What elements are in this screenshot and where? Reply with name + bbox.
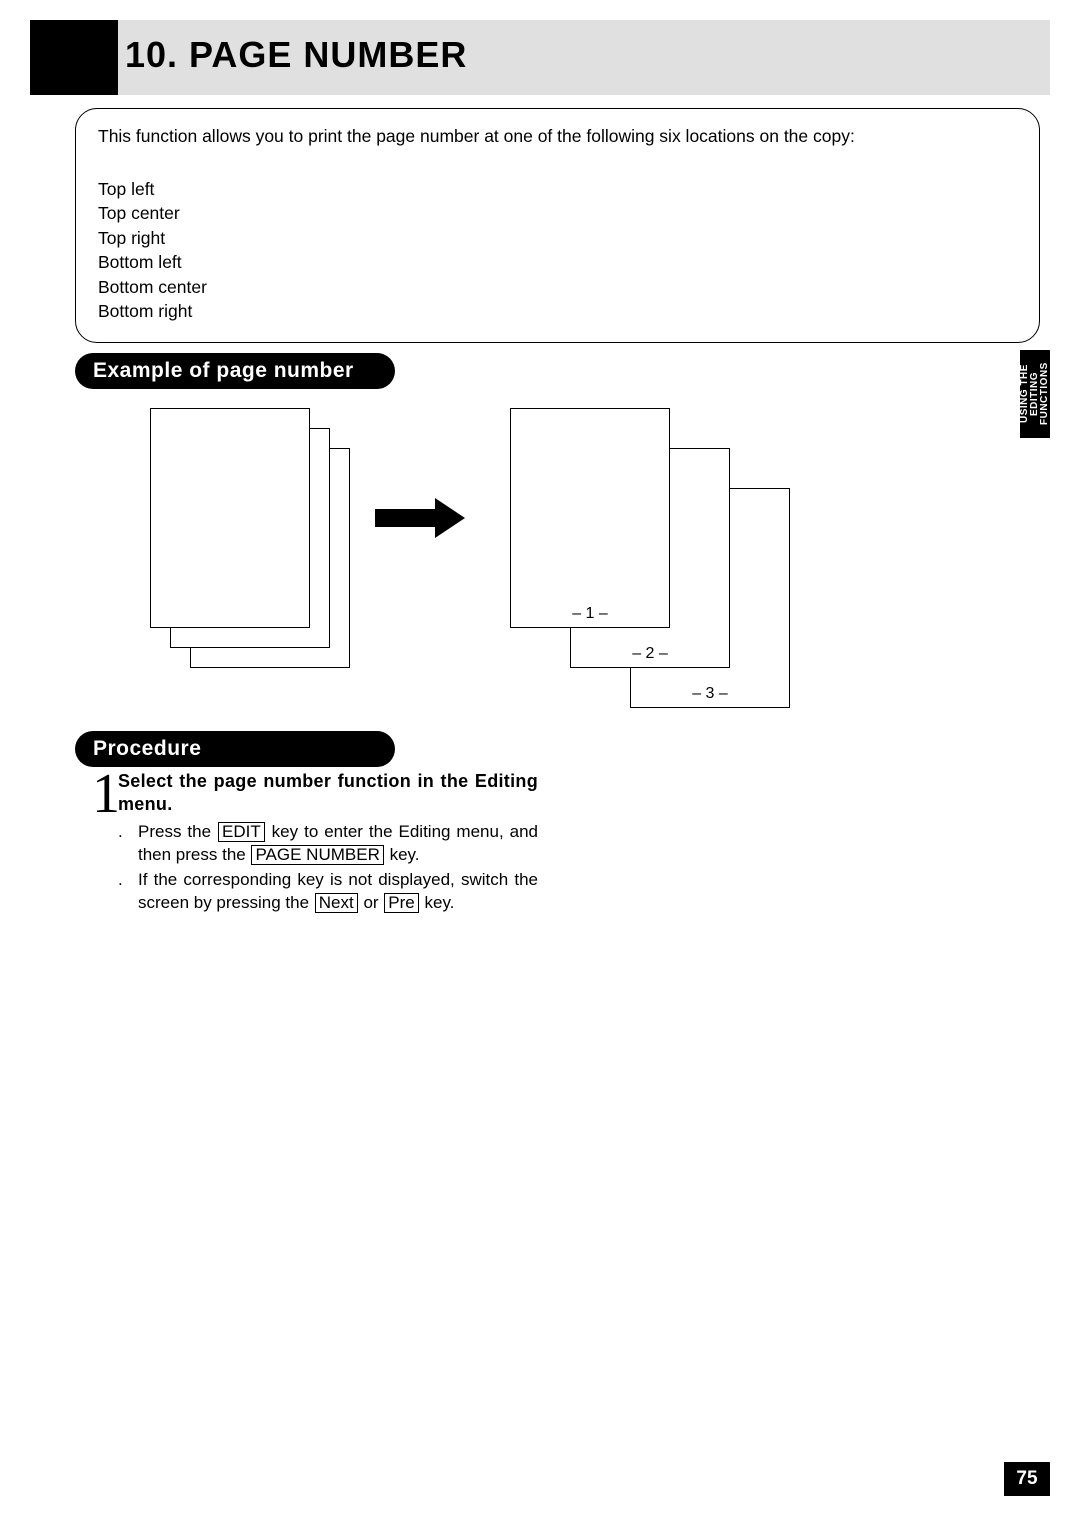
location-item: Bottom right <box>98 299 1017 324</box>
key-next: Next <box>315 893 358 914</box>
diagram-page-label: – 3 – <box>631 685 789 703</box>
locations-list: Top left Top center Top right Bottom lef… <box>98 177 1017 324</box>
procedure-step-1: 1 Select the page number function in the… <box>118 770 538 915</box>
key-edit: EDIT <box>218 822 265 843</box>
section-heading-example: Example of page number <box>75 353 395 389</box>
page-number-value: 75 <box>1016 1468 1037 1490</box>
step-title: Select the page number function in the E… <box>118 770 538 817</box>
bullet-text: Press the EDIT key to enter the Editing … <box>138 821 538 867</box>
bullet-dot-icon: . <box>118 821 138 867</box>
diagram-page-label: – 2 – <box>571 645 729 663</box>
page-number-footer: 75 <box>1004 1462 1050 1496</box>
title-accent-block <box>30 20 118 95</box>
manual-page: 10. PAGE NUMBER This function allows you… <box>0 0 1080 1526</box>
key-pre: Pre <box>384 893 418 914</box>
side-tab: USING THE EDITING FUNCTIONS <box>1020 350 1050 438</box>
diagram-page-numbered: – 1 – <box>510 408 670 628</box>
location-item: Bottom center <box>98 275 1017 300</box>
location-item: Bottom left <box>98 250 1017 275</box>
location-item: Top left <box>98 177 1017 202</box>
bullet-text: If the corresponding key is not displaye… <box>138 869 538 915</box>
bullet-dot-icon: . <box>118 869 138 915</box>
intro-box: This function allows you to print the pa… <box>75 108 1040 343</box>
step-bullet: . Press the EDIT key to enter the Editin… <box>118 821 538 867</box>
step-bullet: . If the corresponding key is not displa… <box>118 869 538 915</box>
section-heading-procedure: Procedure <box>75 731 395 767</box>
section-heading-example-label: Example of page number <box>93 359 354 383</box>
intro-text: This function allows you to print the pa… <box>98 125 1017 149</box>
diagram-page-blank <box>150 408 310 628</box>
location-item: Top center <box>98 201 1017 226</box>
example-diagram: – 3 – – 2 – – 1 – <box>130 398 850 718</box>
side-tab-label: USING THE EDITING FUNCTIONS <box>1020 356 1050 432</box>
section-heading-procedure-label: Procedure <box>93 737 201 761</box>
key-page-number: PAGE NUMBER <box>251 845 383 866</box>
chapter-title: 10. PAGE NUMBER <box>125 34 467 76</box>
diagram-page-label: – 1 – <box>511 605 669 623</box>
location-item: Top right <box>98 226 1017 251</box>
arrow-right-icon <box>375 498 475 538</box>
step-number: 1 <box>92 766 120 822</box>
